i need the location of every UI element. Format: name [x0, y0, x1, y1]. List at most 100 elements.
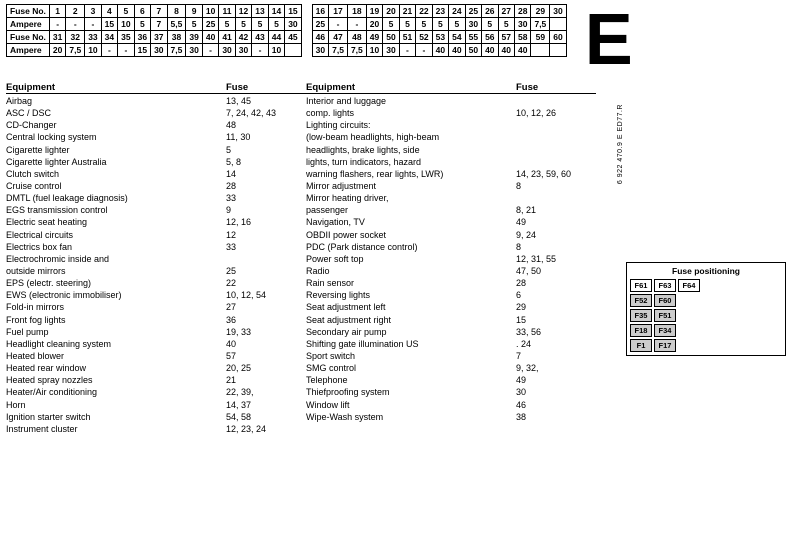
equipment-name: Secondary air pump: [306, 326, 516, 338]
list-item: EGS transmission control9: [6, 204, 306, 216]
list-item: Horn14, 37: [6, 399, 306, 411]
equipment-fuse: 15: [516, 314, 596, 326]
table-value-cell: 48: [347, 31, 366, 44]
table-value-cell: 16: [312, 5, 328, 18]
equipment-fuse: 19, 33: [226, 326, 306, 338]
table-value-cell: 46: [312, 31, 328, 44]
list-item: ASC / DSC7, 24, 42, 43: [6, 107, 306, 119]
table-value-cell: 28: [515, 5, 531, 18]
equipment-name: DMTL (fuel leakage diagnosis): [6, 192, 226, 204]
table-value-cell: 40: [498, 44, 514, 57]
table-value-cell: 7,5: [329, 44, 348, 57]
equipment-name: Radio: [306, 265, 516, 277]
equipment-name: Heated blower: [6, 350, 226, 362]
equipment-fuse: [516, 156, 596, 168]
table-value-cell: 40: [432, 44, 448, 57]
table-value-cell: 11: [219, 5, 235, 18]
table-value-cell: 21: [399, 5, 415, 18]
list-item: EPS (electr. steering)22: [6, 277, 306, 289]
table-value-cell: 5: [134, 18, 150, 31]
equipment-fuse: 46: [516, 399, 596, 411]
equipment-name: Clutch switch: [6, 168, 226, 180]
table-value-cell: 20: [383, 5, 399, 18]
equipment-fuse: 5: [226, 144, 306, 156]
equipment-fuse: 40: [226, 338, 306, 350]
table-value-cell: 5: [118, 5, 134, 18]
equipment-name: Headlight cleaning system: [6, 338, 226, 350]
equipment-fuse: 10, 12, 26: [516, 107, 596, 119]
list-item: Electric seat heating12, 16: [6, 216, 306, 228]
table-value-cell: 45: [285, 31, 301, 44]
left-fuse-table-section: Fuse No.123456789101112131415Ampere---15…: [6, 4, 302, 76]
table-value-cell: 43: [252, 31, 268, 44]
table-value-cell: -: [49, 18, 65, 31]
table-value-cell: 7,5: [66, 44, 85, 57]
equipment-name: Sport switch: [306, 350, 516, 362]
list-item: Central locking system11, 30: [6, 131, 306, 143]
table-value-cell: 15: [285, 5, 301, 18]
main-container: Fuse No.123456789101112131415Ampere---15…: [0, 0, 794, 439]
equipment-fuse: 49: [516, 374, 596, 386]
table-label-cell: Ampere: [7, 44, 50, 57]
table-value-cell: 37: [151, 31, 167, 44]
table-value-cell: 5: [482, 18, 498, 31]
table-value-cell: 5: [268, 18, 284, 31]
equipment-name: Mirror adjustment: [306, 180, 516, 192]
table-value-cell: -: [416, 44, 432, 57]
table-value-cell: 50: [465, 44, 481, 57]
table-value-cell: 57: [498, 31, 514, 44]
table-value-cell: -: [399, 44, 415, 57]
list-item: Clutch switch14: [6, 168, 306, 180]
table-value-cell: 10: [268, 44, 284, 57]
equipment-fuse: [516, 131, 596, 143]
table-value-cell: 44: [268, 31, 284, 44]
equipment-fuse: [516, 95, 596, 107]
table-value-cell: 9: [186, 5, 202, 18]
equipment-name: Electric seat heating: [6, 216, 226, 228]
table-value-cell: 41: [219, 31, 235, 44]
table-value-cell: 27: [498, 5, 514, 18]
equipment-fuse: 14, 37: [226, 399, 306, 411]
list-item: Window lift46: [306, 399, 596, 411]
content-row: Equipment Fuse Airbag13, 45ASC / DSC7, 2…: [6, 82, 788, 435]
equipment-name: Fold-in mirrors: [6, 301, 226, 313]
list-item: Fuel pump19, 33: [6, 326, 306, 338]
table-value-cell: 30: [285, 18, 301, 31]
left-fuse-header: Fuse: [226, 82, 306, 93]
equipment-fuse: 7, 24, 42, 43: [226, 107, 306, 119]
equipment-name: Navigation, TV: [306, 216, 516, 228]
table-value-cell: 40: [482, 44, 498, 57]
equipment-fuse: 22, 39,: [226, 386, 306, 398]
table-label-cell: Ampere: [7, 18, 50, 31]
table-value-cell: 5: [252, 18, 268, 31]
equipment-fuse: 14, 23, 59, 60: [516, 168, 596, 180]
right-fuse-header: Fuse: [516, 82, 596, 93]
list-item: Ignition starter switch54, 58: [6, 411, 306, 423]
table-value-cell: 50: [383, 31, 399, 44]
equipment-fuse: 28: [226, 180, 306, 192]
equipment-left: Equipment Fuse Airbag13, 45ASC / DSC7, 2…: [6, 82, 306, 435]
list-item: Thiefproofing system30: [306, 386, 596, 398]
table-value-cell: 14: [268, 5, 284, 18]
right-equipment-header: Equipment: [306, 82, 516, 93]
equipment-name: passenger: [306, 204, 516, 216]
table-value-cell: 25: [202, 18, 218, 31]
table-value-cell: 7,5: [347, 44, 366, 57]
equipment-fuse: 8, 21: [516, 204, 596, 216]
equipment-fuse: 12, 31, 55: [516, 253, 596, 265]
big-e-letter: E: [577, 4, 641, 76]
list-item: Electrical circuits12: [6, 229, 306, 241]
table-value-cell: 53: [432, 31, 448, 44]
equipment-name: Rain sensor: [306, 277, 516, 289]
table-value-cell: 40: [202, 31, 218, 44]
fuse-diagram-row: F18F34: [630, 324, 782, 337]
table-value-cell: 39: [186, 31, 202, 44]
table-value-cell: 30: [312, 44, 328, 57]
table-value-cell: 55: [465, 31, 481, 44]
list-item: DMTL (fuel leakage diagnosis)33: [6, 192, 306, 204]
list-item: Electrics box fan33: [6, 241, 306, 253]
equipment-name: Airbag: [6, 95, 226, 107]
table-value-cell: 30: [219, 44, 235, 57]
table-value-cell: 25: [465, 5, 481, 18]
right-equipment-list: Interior and luggagecomp. lights10, 12, …: [306, 95, 596, 423]
